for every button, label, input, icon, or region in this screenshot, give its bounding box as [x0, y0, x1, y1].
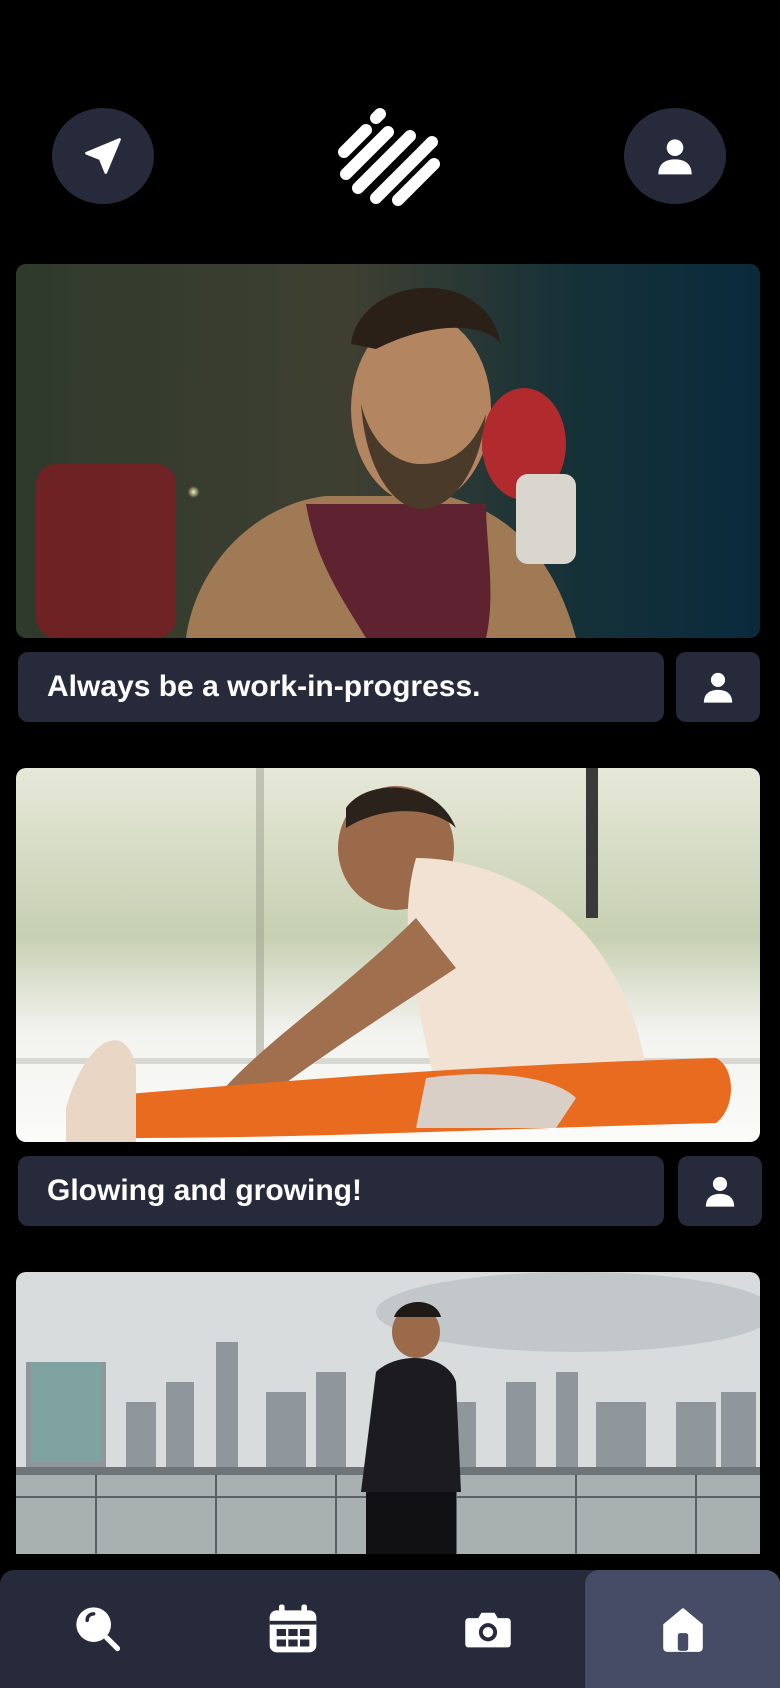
post-image-boxer[interactable]	[16, 264, 760, 638]
bottom-nav	[0, 1570, 780, 1688]
app-logo[interactable]	[336, 102, 444, 210]
post-caption: Glowing and growing!	[18, 1156, 664, 1226]
stripes-logo	[338, 108, 440, 206]
stretching-photo	[16, 768, 760, 1142]
nav-search[interactable]	[0, 1570, 195, 1688]
nav-calendar[interactable]	[195, 1570, 390, 1688]
profile-button[interactable]	[624, 108, 726, 204]
post-author-button[interactable]	[678, 1156, 762, 1226]
send-icon	[85, 138, 121, 174]
post-image-stretching[interactable]	[16, 768, 760, 1142]
runner-skyline-photo	[16, 1272, 760, 1554]
search-icon	[75, 1607, 120, 1652]
calendar-icon	[269, 1604, 316, 1653]
nav-camera[interactable]	[390, 1570, 585, 1688]
boxer-photo	[16, 264, 760, 638]
post-author-button[interactable]	[676, 652, 760, 722]
user-icon	[703, 672, 733, 703]
post-image-runner[interactable]	[16, 1272, 760, 1554]
post-caption: Always be a work-in-progress.	[18, 652, 664, 722]
home-icon	[662, 1608, 703, 1652]
send-button[interactable]	[52, 108, 154, 204]
user-icon	[705, 1176, 735, 1207]
nav-home[interactable]	[585, 1570, 780, 1688]
camera-icon	[464, 1612, 511, 1648]
user-icon	[658, 139, 692, 175]
